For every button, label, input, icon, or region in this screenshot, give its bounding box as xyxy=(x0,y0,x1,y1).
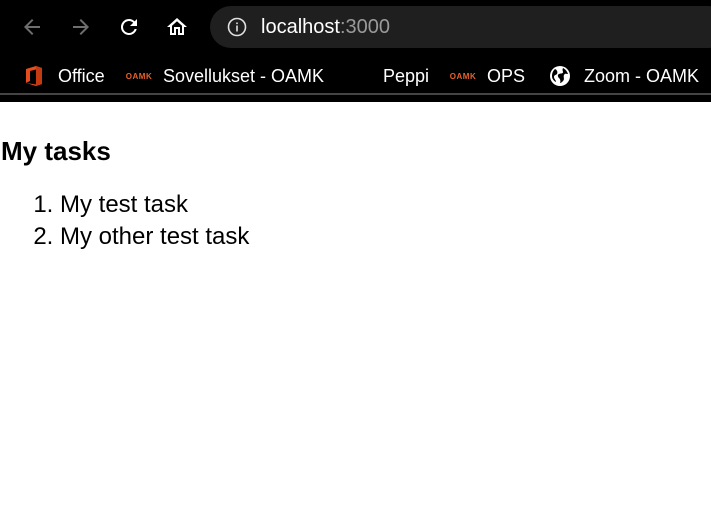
bookmark-label: Zoom - OAMK xyxy=(584,65,700,86)
info-icon[interactable] xyxy=(226,16,248,38)
bookmark-sovellukset[interactable]: OAMK Sovellukset - OAMK xyxy=(125,64,325,88)
page-title: My tasks xyxy=(1,136,111,166)
page-content: My tasks My test task My other test task xyxy=(0,136,711,253)
office-icon xyxy=(22,64,46,88)
arrow-right-icon xyxy=(73,19,89,35)
home-button[interactable] xyxy=(162,12,192,42)
address-bar[interactable]: localhost:3000 xyxy=(210,6,711,48)
bookmark-label: Office xyxy=(58,65,105,86)
bookmark-ops[interactable]: OAMK OPS xyxy=(449,64,526,88)
reload-button[interactable] xyxy=(114,12,144,42)
task-item: My test task xyxy=(60,189,711,221)
browser-toolbar: localhost:3000 xyxy=(0,0,711,55)
bookmarks-bar: Office OAMK Sovellukset - OAMK Peppi OAM… xyxy=(0,55,711,95)
url-host: localhost xyxy=(261,15,340,38)
chrome-divider xyxy=(0,93,711,95)
back-button[interactable] xyxy=(17,12,47,42)
bookmark-label: Peppi xyxy=(383,65,430,86)
url-port: :3000 xyxy=(339,15,390,38)
bookmark-peppi[interactable]: Peppi xyxy=(383,64,429,88)
oamk-icon: OAMK xyxy=(449,71,477,81)
bookmark-label: OPS xyxy=(487,65,526,86)
task-item: My other test task xyxy=(60,221,711,253)
url-text: localhost:3000 xyxy=(261,16,390,39)
bookmark-label: Sovellukset - OAMK xyxy=(163,65,325,86)
globe-icon xyxy=(548,64,572,88)
task-list: My test task My other test task xyxy=(0,189,711,253)
forward-button[interactable] xyxy=(66,12,96,42)
reload-icon xyxy=(120,18,137,35)
bookmark-office[interactable]: Office xyxy=(22,64,105,88)
bookmark-zoom[interactable]: Zoom - OAMK xyxy=(548,64,699,88)
arrow-left-icon xyxy=(24,19,40,35)
browser-chrome: localhost:3000 Office OAMK Sovellukset -… xyxy=(0,0,711,102)
oamk-icon: OAMK xyxy=(125,71,153,81)
home-icon xyxy=(167,18,187,35)
